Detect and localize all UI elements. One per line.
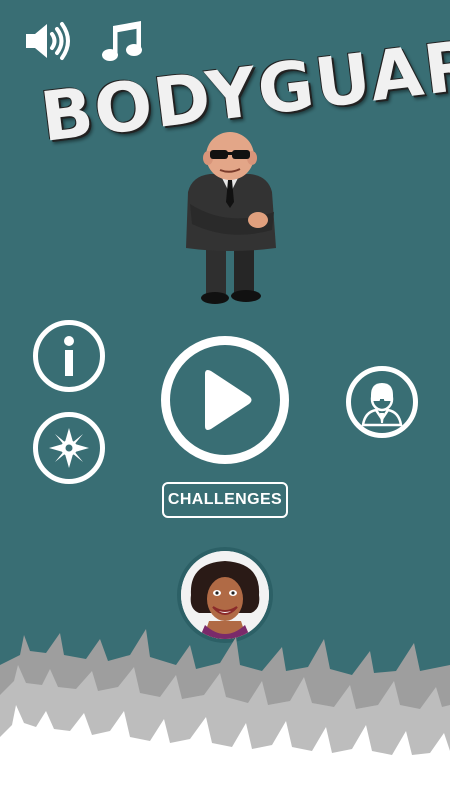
crowd-silhouette	[0, 629, 450, 800]
play-icon	[205, 370, 252, 430]
info-icon	[64, 336, 74, 376]
character-select-button[interactable]	[346, 366, 418, 438]
music-toggle-button[interactable]	[98, 18, 148, 64]
challenges-button[interactable]: CHALLENGES	[162, 482, 288, 518]
settings-button[interactable]	[33, 412, 105, 484]
agent-avatar-icon	[361, 383, 403, 427]
speaker-icon	[26, 22, 70, 60]
sound-toggle-button[interactable]	[22, 18, 72, 64]
bodyguard-character	[186, 132, 276, 304]
shuriken-icon	[49, 428, 89, 468]
play-button[interactable]	[161, 336, 289, 464]
info-button[interactable]	[33, 320, 105, 392]
music-note-icon	[102, 21, 142, 61]
